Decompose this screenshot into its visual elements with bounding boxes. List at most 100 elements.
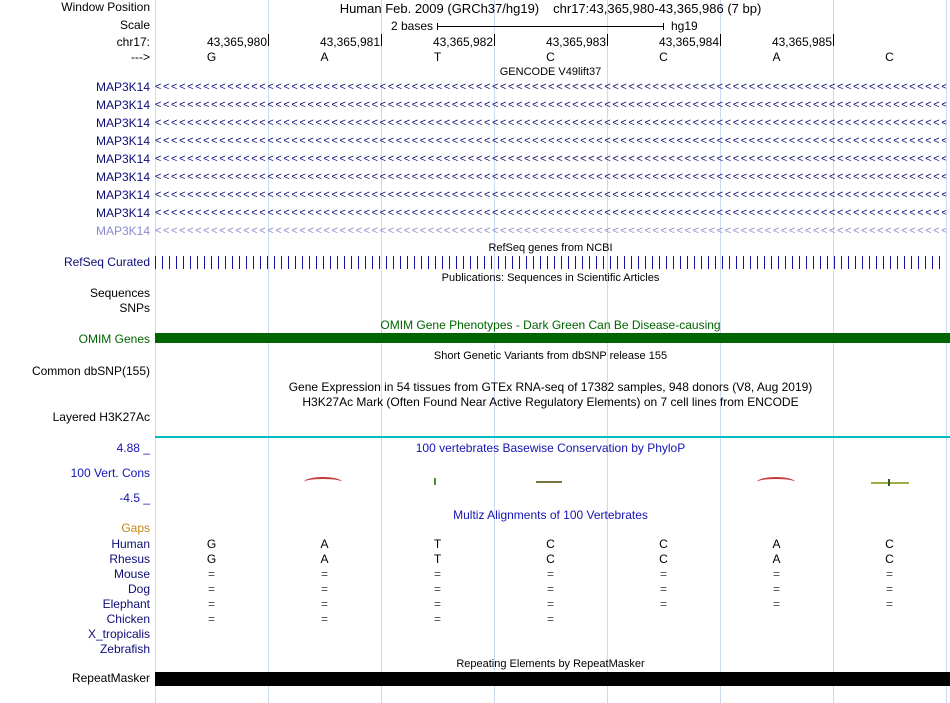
track-title-dbsnp[interactable]: Short Genetic Variants from dbSNP releas… [155, 350, 946, 363]
alignment-gap: = [320, 582, 328, 596]
omim-gene-bar[interactable] [155, 333, 950, 343]
gene-label-map3k14[interactable]: MAP3K14 [0, 135, 150, 148]
ruler-tick [833, 34, 834, 46]
gene-label-map3k14[interactable]: MAP3K14 [0, 189, 150, 202]
alignment-base: C [659, 537, 668, 551]
gene-label-map3k14[interactable]: MAP3K14 [0, 81, 150, 94]
alignment-gap: = [207, 582, 215, 596]
alignment-base: C [885, 537, 894, 551]
scale-bar [437, 26, 664, 27]
window-position-label: Window Position [61, 0, 150, 14]
conservation-mark-green-tick [434, 478, 436, 485]
strand-label: ---> [131, 50, 150, 64]
gene-label-map3k14[interactable]: MAP3K14 [0, 171, 150, 184]
track-title-repeatmasker[interactable]: Repeating Elements by RepeatMasker [155, 658, 946, 671]
gene-label-map3k14[interactable]: MAP3K14 [0, 117, 150, 130]
ruler-tick [268, 34, 269, 46]
conservation-mark-red-arc [757, 477, 795, 487]
alignment-base: A [320, 537, 329, 551]
species-label-chicken[interactable]: Chicken [0, 613, 150, 626]
alignment-base: T [433, 552, 442, 566]
alignment-gap: = [772, 582, 780, 596]
alignment-base: A [320, 552, 329, 566]
ruler-tick [607, 34, 608, 46]
species-label-zebrafish[interactable]: Zebrafish [0, 643, 150, 656]
gene-transcript-arrows[interactable] [155, 81, 946, 95]
gaps-label[interactable]: Gaps [0, 522, 150, 535]
species-label-x-tropicalis[interactable]: X_tropicalis [0, 628, 150, 641]
species-label-elephant[interactable]: Elephant [0, 598, 150, 611]
alignment-gap: = [659, 567, 667, 581]
alignment-gap: = [433, 582, 441, 596]
alignment-base: T [433, 537, 442, 551]
ruler-base: T [433, 50, 442, 64]
ruler-tick [720, 34, 721, 46]
ruler-coordinate: 43,365,983 [545, 35, 606, 49]
conservation-mark-red-arc [304, 477, 342, 487]
gene-transcript-arrows[interactable] [155, 117, 946, 131]
ruler-coordinate: 43,365,984 [658, 35, 719, 49]
alignment-gap: = [546, 567, 554, 581]
conservation-mark-yellowgreen-dash [871, 482, 909, 484]
gene-label-map3k14[interactable]: MAP3K14 [0, 225, 150, 238]
common-dbsnp-label[interactable]: Common dbSNP(155) [0, 365, 150, 378]
header-title: Human Feb. 2009 (GRCh37/hg19) chr17:43,3… [155, 1, 946, 16]
assembly-short-label: hg19 [671, 19, 698, 33]
track-title-phylop[interactable]: 100 vertebrates Basewise Conservation by… [155, 442, 946, 455]
gene-transcript-arrows[interactable] [155, 207, 946, 221]
ruler-base: C [885, 50, 894, 64]
base-guideline [946, 0, 947, 703]
species-label-rhesus[interactable]: Rhesus [0, 553, 150, 566]
ruler-base: A [320, 50, 329, 64]
gene-label-map3k14[interactable]: MAP3K14 [0, 153, 150, 166]
gene-label-map3k14[interactable]: MAP3K14 [0, 99, 150, 112]
gene-transcript-arrows[interactable] [155, 99, 946, 113]
scale-value: 2 bases [390, 19, 433, 33]
alignment-gap: = [207, 612, 215, 626]
track-title-h3k27ac[interactable]: H3K27Ac Mark (Often Found Near Active Re… [155, 396, 946, 409]
ruler-base: C [546, 50, 555, 64]
chrom-label: chr17: [116, 35, 150, 49]
layered-h3k27ac-label[interactable]: Layered H3K27Ac [0, 411, 150, 424]
alignment-base: A [772, 537, 781, 551]
gene-label-map3k14[interactable]: MAP3K14 [0, 207, 150, 220]
track-title-multiz[interactable]: Multiz Alignments of 100 Vertebrates [155, 509, 946, 522]
ruler-coordinate: 43,365,982 [432, 35, 493, 49]
snps-label[interactable]: SNPs [0, 302, 150, 315]
species-label-mouse[interactable]: Mouse [0, 568, 150, 581]
gene-transcript-arrows[interactable] [155, 189, 946, 203]
ruler-tick [494, 34, 495, 46]
repeatmasker-bar[interactable] [155, 672, 950, 686]
alignment-gap: = [433, 567, 441, 581]
alignment-base: C [546, 552, 555, 566]
sequences-label[interactable]: Sequences [0, 287, 150, 300]
phylop-axis-min: -4.5 _ [119, 491, 150, 505]
species-label-dog[interactable]: Dog [0, 583, 150, 596]
gene-transcript-arrows[interactable] [155, 153, 946, 167]
gene-transcript-arrows[interactable] [155, 171, 946, 185]
alignment-gap: = [207, 567, 215, 581]
scale-bar-right-cap [663, 23, 664, 30]
omim-genes-label[interactable]: OMIM Genes [0, 333, 150, 346]
alignment-gap: = [320, 612, 328, 626]
alignment-gap: = [546, 612, 554, 626]
alignment-base: A [772, 552, 781, 566]
alignment-gap: = [546, 582, 554, 596]
gene-transcript-arrows[interactable] [155, 135, 946, 149]
track-title-gtex[interactable]: Gene Expression in 54 tissues from GTEx … [155, 381, 946, 394]
refseq-curated-track[interactable] [155, 256, 946, 269]
track-title-gencode[interactable]: GENCODE V49lift37 [155, 66, 946, 79]
vert-cons-label[interactable]: 100 Vert. Cons [0, 467, 150, 480]
h3k27ac-signal-line[interactable] [155, 436, 950, 438]
alignment-gap: = [659, 597, 667, 611]
alignment-gap: = [885, 567, 893, 581]
assembly-title: Human Feb. 2009 (GRCh37/hg19) [339, 1, 540, 16]
track-title-publications[interactable]: Publications: Sequences in Scientific Ar… [155, 272, 946, 285]
species-label-human[interactable]: Human [0, 538, 150, 551]
repeatmasker-label[interactable]: RepeatMasker [0, 672, 150, 685]
track-title-refseq[interactable]: RefSeq genes from NCBI [155, 242, 946, 255]
refseq-curated-label[interactable]: RefSeq Curated [0, 256, 150, 269]
track-title-omim[interactable]: OMIM Gene Phenotypes - Dark Green Can Be… [155, 319, 946, 332]
gene-transcript-arrows[interactable] [155, 225, 946, 239]
alignment-gap: = [320, 567, 328, 581]
